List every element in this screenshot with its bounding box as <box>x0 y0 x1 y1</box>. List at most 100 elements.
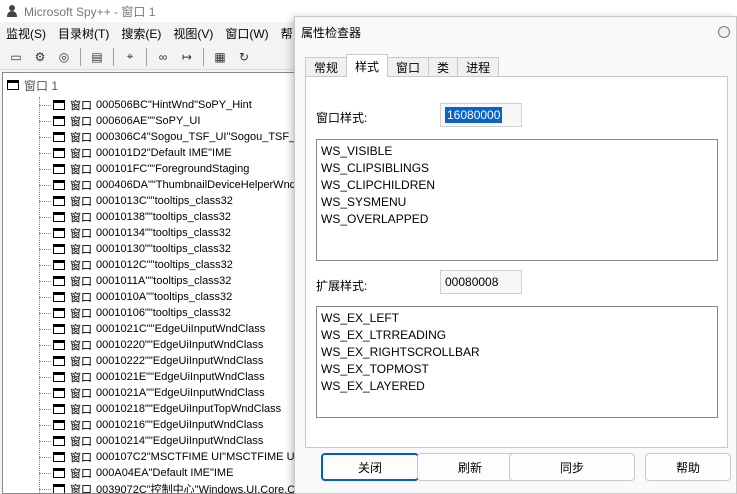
tree-row-text: 000107C2"MSCTFIME UI"MSCTFIME UI <box>96 451 298 463</box>
style-list-item[interactable]: WS_EX_LAYERED <box>321 378 713 395</box>
ext-style-label: 扩展样式: <box>316 279 368 293</box>
tab-class[interactable]: 类 <box>428 57 459 77</box>
tree-row[interactable]: 窗口 000107C2"MSCTFIME UI"MSCTFIME UI <box>3 449 301 465</box>
window-icon <box>53 132 65 142</box>
style-list-item[interactable]: WS_OVERLAPPED <box>321 211 713 228</box>
window-style-value[interactable]: 16080000 <box>440 103 522 127</box>
tree-row[interactable]: 窗口 000306C4"Sogou_TSF_UI"Sogou_TSF_U <box>3 129 302 145</box>
properties-icon[interactable]: ▦ <box>210 47 230 67</box>
tree-row[interactable]: 窗口 00010134""tooltips_class32 <box>3 225 301 241</box>
tree-row[interactable]: 窗口 0039072C"控制中心"Windows.UI.Core.CoreWind… <box>3 481 301 494</box>
window-icon <box>53 116 65 126</box>
sync-button[interactable]: 同步 <box>509 453 635 481</box>
spy-app-icon <box>6 5 18 17</box>
window-styles-list[interactable]: WS_VISIBLE WS_CLIPSIBLINGS WS_CLIPCHILDREN… <box>316 139 718 261</box>
menu-window[interactable]: 窗口(W) <box>219 25 274 42</box>
tab-process[interactable]: 进程 <box>457 57 500 77</box>
tree-row[interactable]: 窗口 000101FC""ForegroundStaging <box>3 161 301 177</box>
tree-row[interactable]: 窗口 000101D2"Default IME"IME <box>3 145 301 161</box>
tree-row[interactable]: 窗口 0001021C""EdgeUiInputWndClass <box>3 321 301 337</box>
tree-row[interactable]: 窗口 0001011A""tooltips_class32 <box>3 273 301 289</box>
binoculars-icon[interactable]: ∞ <box>153 47 173 67</box>
window-icon <box>53 420 65 430</box>
window-icon <box>53 388 65 398</box>
tree-row-text: 0001011A""tooltips_class32 <box>96 275 232 287</box>
window-icon <box>53 484 65 493</box>
tree-row[interactable]: 窗口 00010216""EdgeUiInputWndClass <box>3 417 301 433</box>
style-list-item[interactable]: WS_CLIPCHILDREN <box>321 177 713 194</box>
tree-row[interactable]: 窗口 0001012C""tooltips_class32 <box>3 257 301 273</box>
tree-row-text: 00010138""tooltips_class32 <box>96 211 232 223</box>
tree-header-label: 窗口 1 <box>24 78 59 93</box>
tree-row[interactable]: 窗口 00010220""EdgeUiInputWndClass <box>3 337 301 353</box>
window-icon <box>53 292 65 302</box>
tree-row[interactable]: 窗口 00010138""tooltips_class32 <box>3 209 301 225</box>
find-window-icon[interactable]: ⌖ <box>120 47 140 67</box>
tree-row-type: 窗口 <box>70 308 92 320</box>
tree-row-type: 窗口 <box>70 404 92 416</box>
toolbar-separator <box>80 47 81 66</box>
style-list-item[interactable]: WS_EX_TOPMOST <box>321 361 713 378</box>
threads-icon[interactable]: ◎ <box>54 47 74 67</box>
tab-strip: 常规 样式 窗口 类 进程 <box>305 54 500 77</box>
tree-row[interactable]: 窗口 00010222""EdgeUiInputWndClass <box>3 353 301 369</box>
window-icon <box>53 404 65 414</box>
tree-row[interactable]: 窗口 00010214""EdgeUiInputWndClass <box>3 433 301 449</box>
tree-row[interactable]: 窗口 0001010A""tooltips_class32 <box>3 289 301 305</box>
tree-row-text: 00010134""tooltips_class32 <box>96 227 232 239</box>
tree-row[interactable]: 窗口 000406DA""ThumbnailDeviceHelperWnd <box>3 177 301 193</box>
refresh-icon[interactable]: ↻ <box>234 47 254 67</box>
ext-style-value[interactable]: 00080008 <box>440 270 522 294</box>
tree-row-text: 0001012C""tooltips_class32 <box>96 259 233 271</box>
tree-row[interactable]: 窗口 00010130""tooltips_class32 <box>3 241 301 257</box>
close-button[interactable]: 关闭 <box>321 453 419 481</box>
tree-row-type: 窗口 <box>70 180 92 192</box>
style-list-item[interactable]: WS_VISIBLE <box>321 143 713 160</box>
window-icon <box>53 436 65 446</box>
help-button[interactable]: 帮助 <box>645 453 731 481</box>
window-icon <box>53 244 65 254</box>
windows-icon[interactable]: ▭ <box>6 47 26 67</box>
tree-row-type: 窗口 <box>70 100 92 112</box>
window-icon <box>7 80 19 90</box>
tree-row[interactable]: 窗口 000606AE""SoPY_UI <box>3 113 301 129</box>
ext-styles-list[interactable]: WS_EX_LEFT WS_EX_LTRREADING WS_EX_RIGHTSCR… <box>316 306 718 418</box>
tree-row[interactable]: 窗口 0001021A""EdgeUiInputWndClass <box>3 385 301 401</box>
processes-icon[interactable]: ⚙ <box>30 47 50 67</box>
tab-general[interactable]: 常规 <box>305 57 348 77</box>
menu-monitor[interactable]: 监视(S) <box>0 25 52 42</box>
window-style-label: 窗口样式: <box>316 111 368 125</box>
window-icon <box>53 452 65 462</box>
tree-row-text: 0039072C"控制中心"Windows.UI.Core.CoreWindow <box>96 484 301 494</box>
tree-row-text: 000306C4"Sogou_TSF_UI"Sogou_TSF_U <box>96 131 302 143</box>
tree-row[interactable]: 窗口 000506BC"HintWnd"SoPY_Hint <box>3 97 301 113</box>
close-icon[interactable] <box>718 26 730 38</box>
tab-styles[interactable]: 样式 <box>346 54 389 77</box>
tree-row[interactable]: 窗口 000A04EA"Default IME"IME <box>3 465 301 481</box>
menu-view[interactable]: 视图(V) <box>167 25 219 42</box>
tree-row[interactable]: 窗口 0001021E""EdgeUiInputWndClass <box>3 369 301 385</box>
find-next-icon[interactable]: ↦ <box>177 47 197 67</box>
menu-tree[interactable]: 目录树(T) <box>52 25 115 42</box>
toolbar-separator <box>203 47 204 66</box>
tree-row-type: 窗口 <box>70 244 92 256</box>
refresh-button[interactable]: 刷新 <box>417 453 523 481</box>
tree-row-text: 0001021E""EdgeUiInputWndClass <box>96 371 265 383</box>
window-icon <box>53 276 65 286</box>
style-list-item[interactable]: WS_SYSMENU <box>321 194 713 211</box>
tree-row[interactable]: 窗口 00010106""tooltips_class32 <box>3 305 301 321</box>
tree-row[interactable]: 窗口 0001013C""tooltips_class32 <box>3 193 301 209</box>
menu-search[interactable]: 搜索(E) <box>115 25 167 42</box>
style-list-item[interactable]: WS_EX_RIGHTSCROLLBAR <box>321 344 713 361</box>
tree-row-text: 00010220""EdgeUiInputWndClass <box>96 339 264 351</box>
window-tree[interactable]: 窗口 1 窗口 000506BC"HintWnd"SoPY_Hint 窗口 00060… <box>2 72 302 494</box>
style-list-item[interactable]: WS_CLIPSIBLINGS <box>321 160 713 177</box>
tree-row-text: 00010130""tooltips_class32 <box>96 243 232 255</box>
messages-icon[interactable]: ▤ <box>87 47 107 67</box>
style-list-item[interactable]: WS_EX_LEFT <box>321 310 713 327</box>
style-list-item[interactable]: WS_EX_LTRREADING <box>321 327 713 344</box>
tab-windows[interactable]: 窗口 <box>387 57 430 77</box>
toolbar-separator <box>146 47 147 66</box>
tree-row-text: 000406DA""ThumbnailDeviceHelperWnd <box>96 179 296 191</box>
tree-row[interactable]: 窗口 00010218""EdgeUiInputTopWndClass <box>3 401 301 417</box>
